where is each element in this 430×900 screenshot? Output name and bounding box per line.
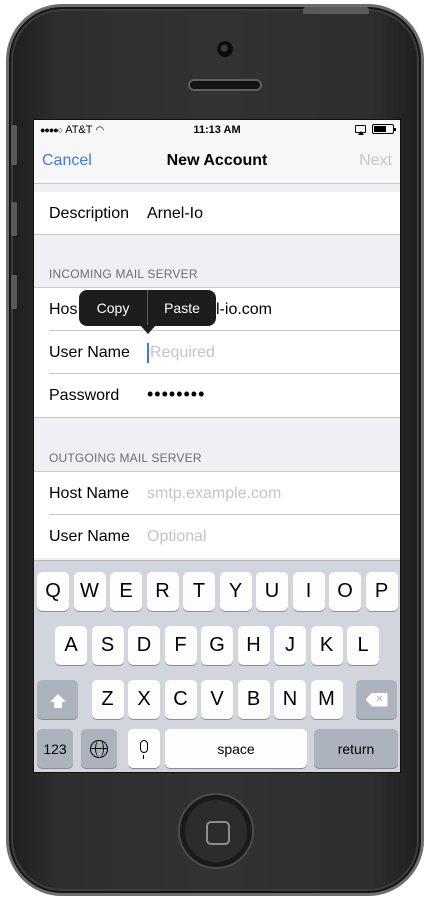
- key-g[interactable]: G: [201, 626, 233, 665]
- description-input[interactable]: Arnel-Io: [147, 205, 203, 223]
- return-key[interactable]: return: [314, 729, 398, 768]
- globe-key[interactable]: [81, 729, 117, 768]
- key-k[interactable]: K: [310, 626, 343, 665]
- outgoing-username-input[interactable]: Optional: [147, 528, 207, 546]
- screen: ●●●●○ AT&T ◠ 11:13 AM Cancel New Account…: [33, 119, 401, 773]
- navigation-bar: Cancel New Account Next: [34, 140, 400, 184]
- outgoing-host-input[interactable]: smtp.example.com: [147, 485, 281, 503]
- volume-up-button: [11, 202, 17, 236]
- incoming-username-row[interactable]: User Name Required: [34, 331, 400, 374]
- shift-key[interactable]: [37, 680, 78, 719]
- copy-menu-item[interactable]: Copy: [79, 290, 147, 326]
- mute-switch: [11, 125, 17, 165]
- key-n[interactable]: N: [274, 680, 306, 719]
- description-row[interactable]: Description Arnel-Io: [34, 192, 400, 235]
- key-u[interactable]: U: [256, 572, 288, 611]
- key-a[interactable]: A: [55, 626, 87, 665]
- status-bar: ●●●●○ AT&T ◠ 11:13 AM: [34, 120, 400, 140]
- incoming-username-input[interactable]: Required: [150, 344, 215, 362]
- numbers-key[interactable]: 123: [37, 729, 73, 768]
- backspace-key[interactable]: ✕: [356, 680, 397, 719]
- volume-down-button: [11, 275, 17, 309]
- key-e[interactable]: E: [110, 572, 142, 611]
- home-button[interactable]: [178, 793, 254, 869]
- key-o[interactable]: O: [329, 572, 361, 611]
- key-f[interactable]: F: [164, 626, 197, 665]
- keyboard: Q W E R T Y U I O P A S D F G H J K L Z …: [34, 560, 400, 772]
- edit-menu: Copy Paste: [79, 290, 216, 326]
- sleep-button: [303, 7, 369, 14]
- description-label: Description: [49, 205, 130, 222]
- paste-menu-item[interactable]: Paste: [148, 290, 216, 326]
- incoming-section-header: INCOMING MAIL SERVER: [49, 267, 198, 281]
- airplay-icon: [355, 125, 366, 135]
- key-v[interactable]: V: [201, 680, 233, 719]
- shift-icon: [49, 693, 66, 708]
- incoming-password-input[interactable]: ••••••••: [147, 384, 205, 405]
- key-d[interactable]: D: [128, 626, 160, 665]
- incoming-host-input[interactable]: l-io.com: [216, 301, 272, 319]
- key-c[interactable]: C: [164, 680, 197, 719]
- key-s[interactable]: S: [91, 626, 124, 665]
- globe-icon: [90, 739, 108, 758]
- status-time: 11:13 AM: [193, 124, 241, 136]
- outgoing-host-row[interactable]: Host Name smtp.example.com: [34, 472, 400, 515]
- key-q[interactable]: Q: [37, 572, 69, 611]
- divider: [34, 417, 400, 418]
- key-x[interactable]: X: [128, 680, 160, 719]
- key-i[interactable]: I: [292, 572, 325, 611]
- key-j[interactable]: J: [274, 626, 306, 665]
- dictation-key[interactable]: [128, 729, 160, 768]
- key-b[interactable]: B: [237, 680, 270, 719]
- incoming-password-row[interactable]: Password ••••••••: [34, 374, 400, 417]
- key-l[interactable]: L: [347, 626, 379, 665]
- text-cursor: [147, 343, 149, 363]
- outgoing-host-label: Host Name: [49, 485, 130, 502]
- key-w[interactable]: W: [73, 572, 106, 611]
- incoming-host-label: Hos: [49, 301, 78, 318]
- key-r[interactable]: R: [146, 572, 179, 611]
- divider: [34, 234, 400, 235]
- incoming-username-label: User Name: [49, 344, 130, 361]
- home-button-icon: [206, 821, 230, 845]
- outgoing-username-row[interactable]: User Name Optional: [34, 515, 400, 558]
- key-t[interactable]: T: [183, 572, 215, 611]
- next-button[interactable]: Next: [359, 152, 392, 170]
- space-key[interactable]: space: [165, 729, 307, 768]
- outgoing-section-header: OUTGOING MAIL SERVER: [49, 451, 202, 465]
- page-title: New Account: [166, 152, 268, 169]
- edit-menu-arrow: [140, 325, 156, 334]
- key-h[interactable]: H: [237, 626, 270, 665]
- outgoing-username-label: User Name: [49, 528, 130, 545]
- front-camera: [217, 41, 233, 57]
- backspace-icon: ✕: [365, 692, 388, 707]
- key-p[interactable]: P: [365, 572, 398, 611]
- incoming-password-label: Password: [49, 387, 120, 404]
- key-z[interactable]: Z: [91, 680, 124, 719]
- key-y[interactable]: Y: [219, 572, 252, 611]
- earpiece-speaker: [188, 79, 262, 91]
- microphone-icon: [140, 740, 148, 759]
- key-m[interactable]: M: [310, 680, 343, 719]
- battery-icon: [372, 124, 396, 134]
